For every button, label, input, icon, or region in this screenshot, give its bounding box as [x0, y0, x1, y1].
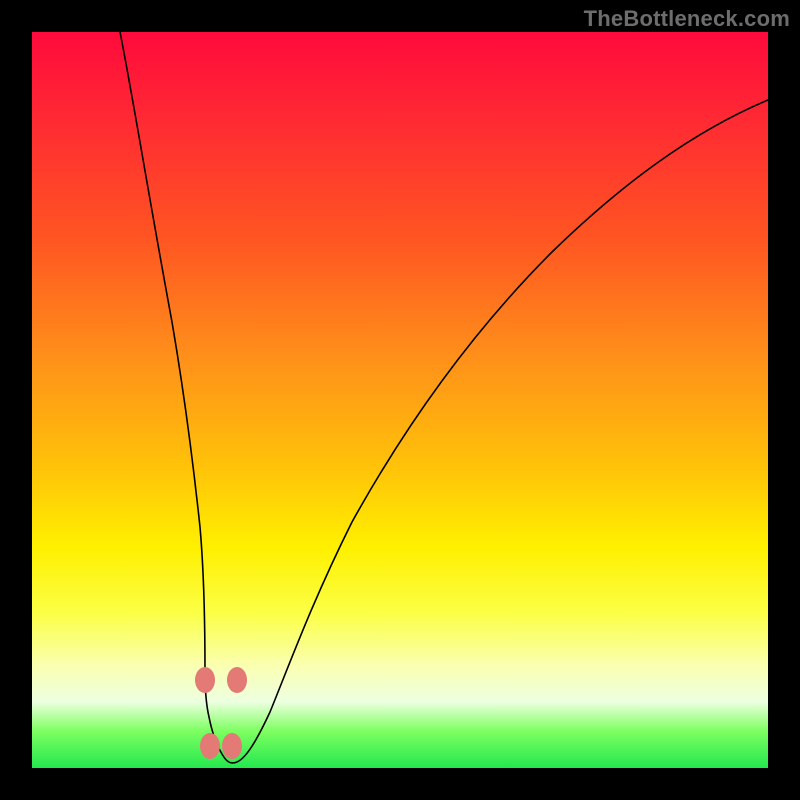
curve-bead — [222, 733, 242, 759]
curve-bead — [227, 667, 247, 693]
curve-bead — [195, 667, 215, 693]
plot-svg — [32, 32, 768, 768]
plot-area — [32, 32, 768, 768]
watermark-label: TheBottleneck.com — [584, 6, 790, 32]
curve-bead — [200, 733, 220, 759]
bottleneck-curve — [120, 32, 768, 763]
chart-stage: TheBottleneck.com — [0, 0, 800, 800]
